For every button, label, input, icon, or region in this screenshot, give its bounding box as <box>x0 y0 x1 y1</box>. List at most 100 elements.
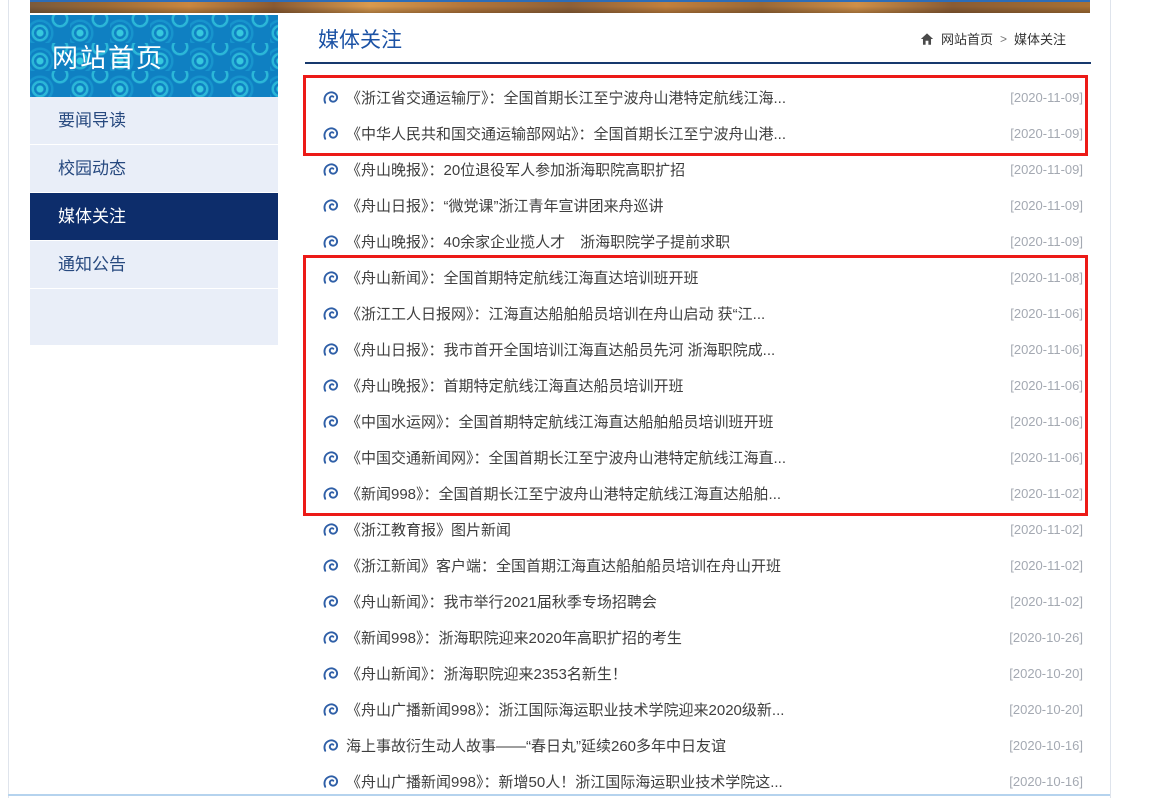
news-item-title[interactable]: 《舟山新闻》：全国首期特定航线江海直达培训班开班 <box>346 267 699 288</box>
news-item-title[interactable]: 《浙江教育报》图片新闻 <box>346 519 511 540</box>
page-left-border <box>8 0 9 798</box>
main-header: 媒体关注 网站首页 > 媒体关注 <box>305 15 1091 64</box>
news-item[interactable]: 《舟山日报》：“微党课”浙江青年宣讲团来舟巡讲 [2020-11-09] <box>305 187 1091 223</box>
wave-swirl-icon <box>322 773 339 790</box>
news-item-date: [2020-11-06] <box>1010 414 1083 429</box>
wave-swirl-icon <box>322 521 339 538</box>
sidebar-title: 网站首页 <box>52 38 164 75</box>
news-item-title[interactable]: 《中国水运网》：全国首期特定航线江海直达船舶船员培训班开班 <box>346 411 774 432</box>
news-item[interactable]: 《舟山新闻》：我市举行2021届秋季专场招聘会 [2020-11-02] <box>305 583 1091 619</box>
news-item-date: [2020-11-02] <box>1010 558 1083 573</box>
wave-swirl-icon <box>322 701 339 718</box>
news-item[interactable]: 《舟山新闻》：浙海职院迎来2353名新生！ [2020-10-20] <box>305 655 1091 691</box>
wave-swirl-icon <box>322 125 339 142</box>
news-item-title[interactable]: 《舟山新闻》：浙海职院迎来2353名新生！ <box>346 663 627 684</box>
page-title: 媒体关注 <box>305 24 402 54</box>
news-item-title[interactable]: 《舟山广播新闻998》：浙江国际海运职业技术学院迎来2020级新... <box>346 699 784 720</box>
wave-swirl-icon <box>322 305 339 322</box>
news-item[interactable]: 《中国交通新闻网》：全国首期长江至宁波舟山港特定航线江海直... [2020-11… <box>305 439 1091 475</box>
news-item-title[interactable]: 《舟山日报》：“微党课”浙江青年宣讲团来舟巡讲 <box>346 195 664 216</box>
news-item-date: [2020-11-09] <box>1010 126 1083 141</box>
sidebar-item-3[interactable]: 通知公告 <box>30 241 278 289</box>
wave-swirl-icon <box>322 197 339 214</box>
news-item-title[interactable]: 《中华人民共和国交通运输部网站》：全国首期长江至宁波舟山港... <box>346 123 786 144</box>
sidebar-item-2[interactable]: 媒体关注 <box>30 193 278 241</box>
news-item[interactable]: 《浙江新闻》客户端：全国首期江海直达船舶船员培训在舟山开班 [2020-11-02… <box>305 547 1091 583</box>
sidebar-item-0[interactable]: 要闻导读 <box>30 97 278 145</box>
news-item-date: [2020-11-09] <box>1010 198 1083 213</box>
news-item-date: [2020-10-16] <box>1009 738 1083 753</box>
news-item-date: [2020-11-06] <box>1010 306 1083 321</box>
news-item[interactable]: 《中华人民共和国交通运输部网站》：全国首期长江至宁波舟山港... [2020-11… <box>305 115 1091 151</box>
news-item-date: [2020-11-09] <box>1010 162 1083 177</box>
wave-swirl-icon <box>322 269 339 286</box>
news-item[interactable]: 《舟山晚报》：40余家企业揽人才 浙海职院学子提前求职 [2020-11-09] <box>305 223 1091 259</box>
sidebar-header: 网站首页 <box>30 15 278 97</box>
news-item-date: [2020-11-06] <box>1010 378 1083 393</box>
bottom-divider <box>8 794 1110 796</box>
breadcrumb-home-link[interactable]: 网站首页 <box>941 29 993 48</box>
news-item[interactable]: 《浙江省交通运输厅》：全国首期长江至宁波舟山港特定航线江海... [2020-11… <box>305 79 1091 115</box>
wave-swirl-icon <box>322 233 339 250</box>
news-item-date: [2020-11-09] <box>1010 234 1083 249</box>
wave-swirl-icon <box>322 161 339 178</box>
main-content: 媒体关注 网站首页 > 媒体关注 《浙江省交通运输厅》：全国首期长江至宁波舟山港… <box>305 15 1091 799</box>
sidebar-nav: 要闻导读校园动态媒体关注通知公告 <box>30 97 278 289</box>
news-item-date: [2020-11-02] <box>1010 594 1083 609</box>
news-item[interactable]: 《新闻998》：浙海职院迎来2020年高职扩招的考生 [2020-10-26] <box>305 619 1091 655</box>
news-item-date: [2020-11-09] <box>1010 90 1083 105</box>
banner-image <box>30 0 1090 13</box>
news-item[interactable]: 《舟山晚报》：20位退役军人参加浙海职院高职扩招 [2020-11-09] <box>305 151 1091 187</box>
news-item-title[interactable]: 《舟山新闻》：我市举行2021届秋季专场招聘会 <box>346 591 657 612</box>
wave-swirl-icon <box>322 449 339 466</box>
news-item-date: [2020-11-06] <box>1010 342 1083 357</box>
breadcrumb-current: 媒体关注 <box>1014 29 1066 48</box>
wave-swirl-icon <box>322 593 339 610</box>
news-item-date: [2020-11-02] <box>1010 486 1083 501</box>
news-item-title[interactable]: 《舟山晚报》：首期特定航线江海直达船员培训开班 <box>346 375 684 396</box>
wave-swirl-icon <box>322 413 339 430</box>
news-item-title[interactable]: 《新闻998》：全国首期长江至宁波舟山港特定航线江海直达船舶... <box>346 483 781 504</box>
news-item-date: [2020-11-02] <box>1010 522 1083 537</box>
news-item-date: [2020-10-26] <box>1009 630 1083 645</box>
news-item-title[interactable]: 《舟山日报》：我市首开全国培训江海直达船员先河 浙海职院成... <box>346 339 775 360</box>
wave-swirl-icon <box>322 737 339 754</box>
breadcrumb: 网站首页 > 媒体关注 <box>920 29 1066 48</box>
news-item[interactable]: 《新闻998》：全国首期长江至宁波舟山港特定航线江海直达船舶... [2020-1… <box>305 475 1091 511</box>
news-item-date: [2020-10-20] <box>1009 702 1083 717</box>
news-item[interactable]: 《浙江教育报》图片新闻 [2020-11-02] <box>305 511 1091 547</box>
news-item[interactable]: 《舟山晚报》：首期特定航线江海直达船员培训开班 [2020-11-06] <box>305 367 1091 403</box>
news-item-title[interactable]: 《新闻998》：浙海职院迎来2020年高职扩招的考生 <box>346 627 682 648</box>
news-item[interactable]: 《舟山广播新闻998》：浙江国际海运职业技术学院迎来2020级新... [2020… <box>305 691 1091 727</box>
news-item-date: [2020-11-06] <box>1010 450 1083 465</box>
news-item[interactable]: 《舟山日报》：我市首开全国培训江海直达船员先河 浙海职院成... [2020-11… <box>305 331 1091 367</box>
sidebar-item-1[interactable]: 校园动态 <box>30 145 278 193</box>
news-item-title[interactable]: 《浙江工人日报网》：江海直达船舶船员培训在舟山启动 获“江... <box>346 303 765 324</box>
news-item-title[interactable]: 《浙江新闻》客户端：全国首期江海直达船舶船员培训在舟山开班 <box>346 555 781 576</box>
news-item-title[interactable]: 《舟山晚报》：20位退役军人参加浙海职院高职扩招 <box>346 159 685 180</box>
news-item-title[interactable]: 海上事故衍生动人故事——“春日丸”延续260多年中日友谊 <box>346 735 726 756</box>
news-item-title[interactable]: 《浙江省交通运输厅》：全国首期长江至宁波舟山港特定航线江海... <box>346 87 786 108</box>
news-item-title[interactable]: 《中国交通新闻网》：全国首期长江至宁波舟山港特定航线江海直... <box>346 447 786 468</box>
news-item[interactable]: 海上事故衍生动人故事——“春日丸”延续260多年中日友谊 [2020-10-16] <box>305 727 1091 763</box>
wave-swirl-icon <box>322 89 339 106</box>
news-item-date: [2020-10-16] <box>1009 774 1083 789</box>
news-item-title[interactable]: 《舟山广播新闻998》：新增50人！浙江国际海运职业技术学院这... <box>346 771 783 792</box>
wave-swirl-icon <box>322 665 339 682</box>
wave-swirl-icon <box>322 629 339 646</box>
page-right-border <box>1110 0 1111 798</box>
news-item[interactable]: 《中国水运网》：全国首期特定航线江海直达船舶船员培训班开班 [2020-11-06… <box>305 403 1091 439</box>
news-item-date: [2020-10-20] <box>1009 666 1083 681</box>
news-item-title[interactable]: 《舟山晚报》：40余家企业揽人才 浙海职院学子提前求职 <box>346 231 730 252</box>
sidebar: 网站首页 要闻导读校园动态媒体关注通知公告 <box>30 15 278 345</box>
wave-swirl-icon <box>322 341 339 358</box>
breadcrumb-separator: > <box>1000 32 1007 46</box>
wave-swirl-icon <box>322 557 339 574</box>
news-item[interactable]: 《舟山新闻》：全国首期特定航线江海直达培训班开班 [2020-11-08] <box>305 259 1091 295</box>
wave-swirl-icon <box>322 377 339 394</box>
wave-swirl-icon <box>322 485 339 502</box>
home-icon <box>920 32 934 46</box>
sidebar-footer <box>30 289 278 345</box>
news-item-date: [2020-11-08] <box>1010 270 1083 285</box>
news-item[interactable]: 《浙江工人日报网》：江海直达船舶船员培训在舟山启动 获“江... [2020-11… <box>305 295 1091 331</box>
